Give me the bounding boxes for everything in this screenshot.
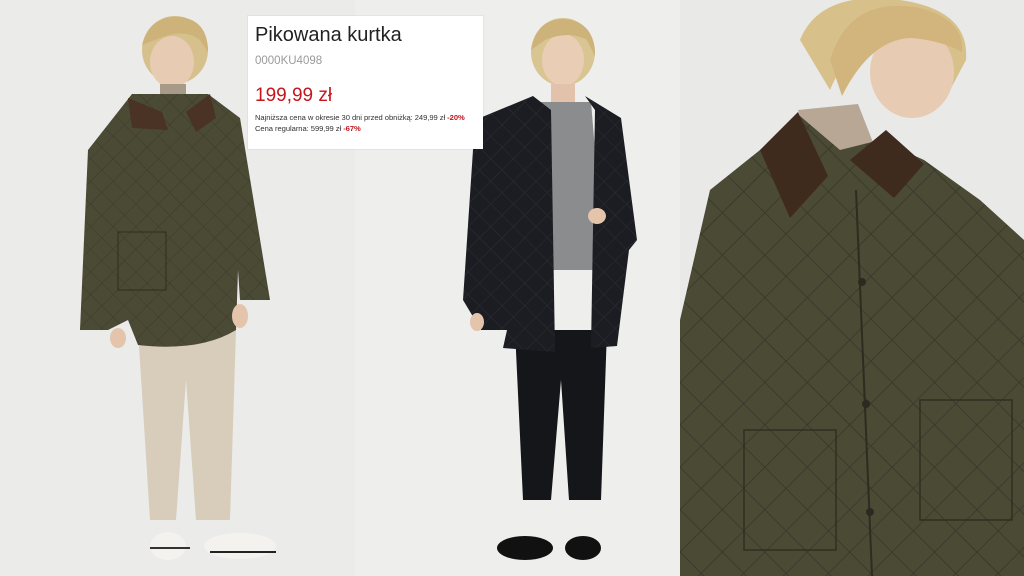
product-photo-olive-closeup[interactable] [680, 0, 1024, 576]
regular-price-discount: -67% [343, 124, 361, 133]
model-olive-closeup-illustration [680, 0, 1024, 576]
product-info-card: Pikowana kurtka 0000KU4098 199,99 zł Naj… [248, 16, 483, 149]
lowest-price-label: Najniższa cena w okresie 30 dni przed ob… [255, 113, 446, 122]
product-price: 199,99 zł [255, 85, 333, 106]
lowest-price-discount: -20% [447, 113, 465, 122]
product-sku: 0000KU4098 [255, 55, 323, 67]
regular-price-label: Cena regularna: 599,99 zł [255, 124, 342, 133]
regular-price-line: Cena regularna: 599,99 zł -67% [255, 124, 476, 133]
lowest-price-line: Najniższa cena w okresie 30 dni przed ob… [255, 113, 476, 122]
product-title: Pikowana kurtka [255, 24, 402, 46]
